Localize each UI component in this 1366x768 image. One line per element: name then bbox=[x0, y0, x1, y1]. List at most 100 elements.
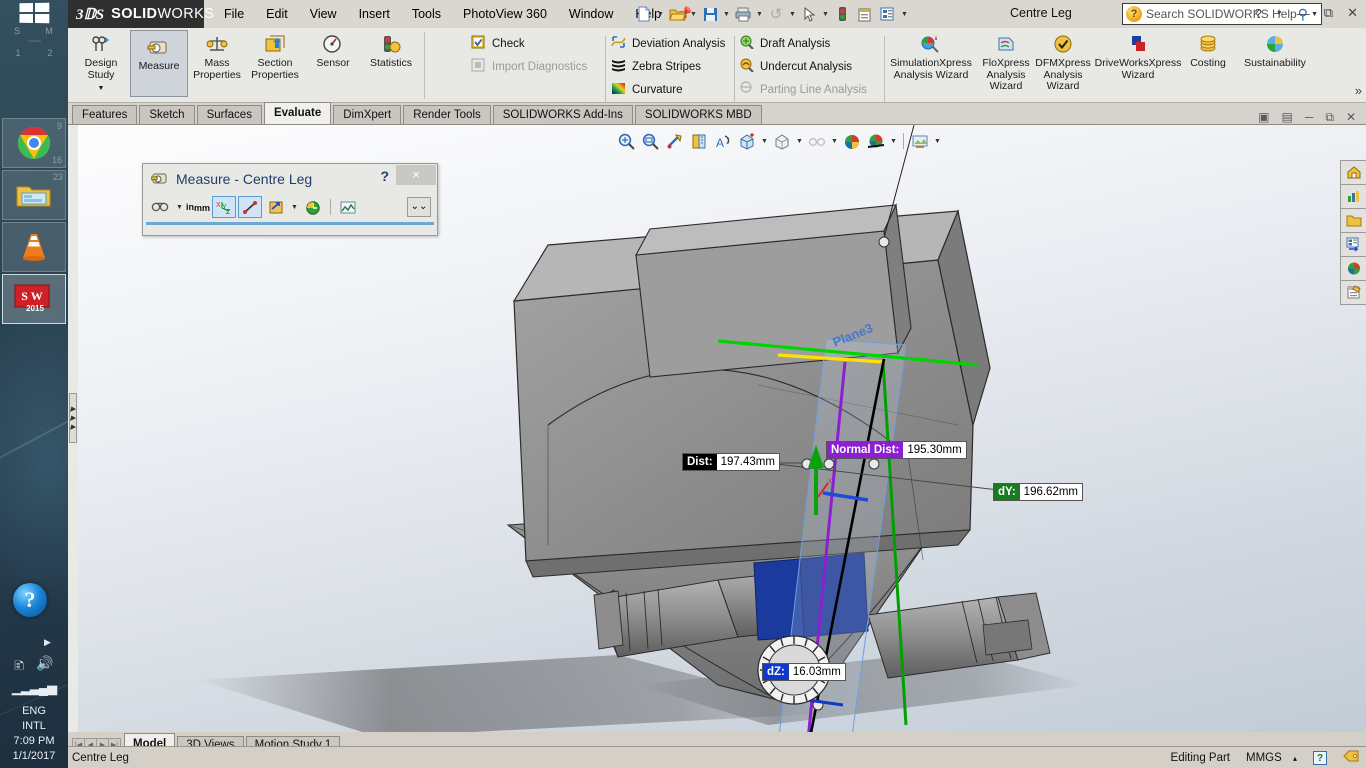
taskbar-item-chrome[interactable]: 9 16 bbox=[2, 118, 66, 168]
costing-button[interactable]: Costing bbox=[1184, 28, 1232, 103]
units-precision-button[interactable]: in mm bbox=[186, 196, 210, 218]
custom-properties-icon[interactable] bbox=[1340, 280, 1366, 305]
point-to-point-button[interactable] bbox=[238, 196, 262, 218]
view-palette-icon[interactable] bbox=[1340, 232, 1366, 257]
statistics-button[interactable]: Statistics bbox=[362, 28, 420, 103]
volume-icon[interactable]: 🔊 bbox=[36, 655, 53, 679]
chevron-down-icon[interactable]: ▼ bbox=[795, 138, 804, 145]
chevron-down-icon[interactable]: ▼ bbox=[722, 11, 731, 18]
help-button[interactable]: ? bbox=[1249, 3, 1268, 24]
menu-window[interactable]: Window bbox=[558, 2, 624, 26]
show-xyz-measurements-button[interactable]: XYZ bbox=[212, 196, 236, 218]
view-orientation-icon[interactable]: A bbox=[712, 130, 734, 152]
minimize-icon[interactable]: ─ bbox=[1301, 108, 1318, 127]
chevron-down-icon[interactable]: ▼ bbox=[689, 11, 698, 18]
chevron-down-icon[interactable]: ▼ bbox=[755, 11, 764, 18]
menu-file[interactable]: File bbox=[213, 2, 255, 26]
tab-sketch[interactable]: Sketch bbox=[139, 105, 195, 124]
open-document-icon[interactable] bbox=[666, 3, 688, 25]
battery-icon[interactable]: 🗈 bbox=[14, 655, 24, 679]
chevron-down-icon[interactable]: ▼ bbox=[830, 138, 839, 145]
zoom-to-fit-icon[interactable] bbox=[616, 130, 638, 152]
measurement-graph-button[interactable] bbox=[336, 196, 360, 218]
menu-edit[interactable]: Edit bbox=[255, 2, 299, 26]
arc-condition-button[interactable] bbox=[149, 196, 173, 218]
dist-callout[interactable]: Dist: 197.43mm bbox=[682, 453, 780, 471]
driveworksxpress-button[interactable]: DriveWorksXpress Wizard bbox=[1092, 28, 1184, 103]
chevron-down-icon[interactable]: ▼ bbox=[889, 138, 898, 145]
print-icon[interactable] bbox=[732, 3, 754, 25]
solidworks-resources-icon[interactable] bbox=[1340, 160, 1366, 185]
chevron-down-icon[interactable]: ▼ bbox=[290, 204, 299, 211]
measure-dialog-expand-button[interactable]: ⌄⌄ bbox=[407, 197, 431, 217]
zoom-to-area-icon[interactable] bbox=[640, 130, 662, 152]
parting-line-analysis-button[interactable]: Parting Line Analysis bbox=[734, 79, 873, 100]
sensor-button[interactable]: Sensor bbox=[304, 28, 362, 103]
view-settings-icon[interactable] bbox=[865, 130, 887, 152]
tray-keyboard[interactable]: INTL bbox=[0, 719, 68, 734]
section-view-icon[interactable] bbox=[688, 130, 710, 152]
help-orb-icon[interactable]: ? bbox=[13, 583, 47, 617]
measurement-history-button[interactable] bbox=[301, 196, 325, 218]
maximize-icon[interactable]: ⧉ bbox=[1321, 108, 1338, 127]
dfmxpress-button[interactable]: DFMXpress Analysis Wizard bbox=[1034, 28, 1092, 103]
tile-icon[interactable]: ▤ bbox=[1278, 108, 1297, 127]
curvature-button[interactable]: Curvature bbox=[606, 79, 731, 100]
status-help-badge[interactable]: ? bbox=[1313, 750, 1327, 765]
chevron-up-icon[interactable]: ▴ bbox=[1293, 754, 1297, 763]
menu-insert[interactable]: Insert bbox=[348, 2, 401, 26]
import-diagnostics-button[interactable]: Import Diagnostics bbox=[466, 56, 593, 77]
restore-button[interactable]: ⧉ bbox=[1318, 2, 1339, 24]
file-explorer-icon[interactable] bbox=[1340, 208, 1366, 233]
chevron-down-icon[interactable]: ▼ bbox=[760, 138, 769, 145]
options-icon[interactable] bbox=[877, 3, 899, 25]
save-icon[interactable] bbox=[699, 3, 721, 25]
measure-dialog-close-button[interactable]: × bbox=[396, 165, 436, 185]
file-properties-icon[interactable] bbox=[854, 3, 876, 25]
design-study-button[interactable]: Design Study ▼ bbox=[72, 28, 130, 103]
menu-photoview-360[interactable]: PhotoView 360 bbox=[452, 2, 558, 26]
tray-clock-time[interactable]: 7:09 PM bbox=[0, 734, 68, 749]
taskbar-item-vlc[interactable] bbox=[2, 222, 66, 272]
new-document-icon[interactable] bbox=[633, 3, 655, 25]
measure-dialog[interactable]: Measure - Centre Leg ? × ▼ in mm XYZ ▼ ⌄… bbox=[142, 163, 438, 236]
zebra-stripes-button[interactable]: Zebra Stripes bbox=[606, 56, 731, 77]
feature-manager-expand-handle[interactable]: ▶ ▶ ▶ bbox=[69, 393, 77, 443]
tray-clock-date[interactable]: 1/1/2017 bbox=[0, 749, 68, 764]
tab-dimxpert[interactable]: DimXpert bbox=[333, 105, 402, 124]
close-button[interactable]: ✕ bbox=[1341, 2, 1364, 24]
measure-dialog-help-button[interactable]: ? bbox=[380, 168, 389, 184]
menu-view[interactable]: View bbox=[299, 2, 348, 26]
tab-evaluate[interactable]: Evaluate bbox=[263, 102, 332, 124]
minimize-button[interactable]: — bbox=[1291, 3, 1316, 24]
chevron-down-icon[interactable]: ▼ bbox=[788, 11, 797, 18]
dz-callout[interactable]: dZ: 16.03mm bbox=[762, 663, 846, 681]
appearances-scenes-icon[interactable] bbox=[1340, 256, 1366, 281]
show-hidden-icons-button[interactable]: ▶ bbox=[44, 637, 51, 648]
chevron-down-icon[interactable]: ▼ bbox=[98, 83, 105, 95]
network-signal-icon[interactable]: ▁▂▃▄▅ bbox=[0, 680, 68, 696]
projected-on-button[interactable] bbox=[264, 196, 288, 218]
chevron-down-icon[interactable]: ▼ bbox=[656, 11, 665, 18]
hide-show-items-icon[interactable] bbox=[771, 130, 793, 152]
tab-render-tools[interactable]: Render Tools bbox=[403, 105, 491, 124]
start-button[interactable] bbox=[0, 0, 68, 26]
simulationxpress-button[interactable]: SimulationXpress Analysis Wizard bbox=[884, 28, 978, 103]
rebuild-icon[interactable] bbox=[831, 3, 853, 25]
floxpress-button[interactable]: FloXpress Analysis Wizard bbox=[978, 28, 1034, 103]
deviation-analysis-button[interactable]: Deviation Analysis bbox=[606, 33, 731, 54]
tab-solidworks-mbd[interactable]: SOLIDWORKS MBD bbox=[634, 105, 762, 124]
section-properties-button[interactable]: Section Properties bbox=[246, 28, 304, 103]
design-library-icon[interactable] bbox=[1340, 184, 1366, 209]
normal-dist-callout[interactable]: Normal Dist: 195.30mm bbox=[826, 441, 967, 459]
draft-analysis-button[interactable]: Draft Analysis bbox=[734, 33, 873, 54]
sustainability-button[interactable]: Sustainability bbox=[1232, 28, 1318, 103]
tab-surfaces[interactable]: Surfaces bbox=[196, 105, 262, 124]
previous-view-icon[interactable] bbox=[664, 130, 686, 152]
taskbar-item-explorer[interactable]: 23 bbox=[2, 170, 66, 220]
restore-down-icon[interactable]: ▣ bbox=[1254, 108, 1273, 127]
measure-button[interactable]: Measure bbox=[130, 30, 188, 97]
mass-properties-button[interactable]: Mass Properties bbox=[188, 28, 246, 103]
chevron-down-icon[interactable]: ▼ bbox=[175, 204, 184, 211]
select-arrow-icon[interactable] bbox=[798, 3, 820, 25]
